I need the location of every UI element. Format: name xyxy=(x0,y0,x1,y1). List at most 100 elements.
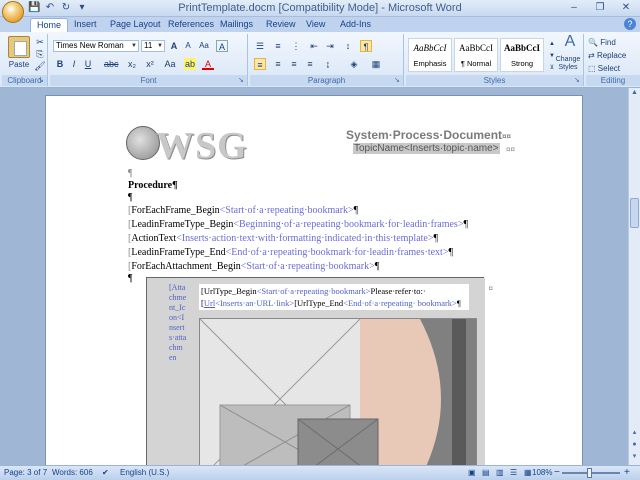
change-case-button[interactable]: Aa xyxy=(164,58,176,70)
scrollbar-thumb[interactable] xyxy=(630,198,639,228)
shrink-font-button[interactable]: A xyxy=(182,40,194,52)
line-spacing-icon[interactable]: ↨ xyxy=(322,58,334,70)
field-line[interactable]: [ForEachAttachment_Begin<Start·of·a·repe… xyxy=(128,261,379,272)
subscript-button[interactable]: x₂ xyxy=(126,58,138,70)
zoom-slider-thumb[interactable] xyxy=(587,468,592,478)
field-tag: ForEachAttachment_Begin xyxy=(131,261,241,272)
full-screen-reading-icon[interactable]: ▤ xyxy=(482,466,490,480)
print-layout-icon[interactable]: ▣ xyxy=(468,466,476,480)
tab-home[interactable]: Home xyxy=(30,18,69,32)
increase-indent-icon[interactable]: ⇥ xyxy=(324,40,336,52)
font-color-button[interactable]: A xyxy=(202,58,214,70)
document-page[interactable]: WSG System·Process·Document¤¤ TopicName<… xyxy=(45,95,583,465)
style-emphasis[interactable]: AaBbCcI Emphasis xyxy=(408,38,452,72)
scroll-up-icon[interactable]: ▲ xyxy=(630,88,639,98)
word-count[interactable]: Words: 606 xyxy=(52,466,93,480)
align-center-icon[interactable]: ≡ xyxy=(272,58,284,70)
tab-page-layout[interactable]: Page Layout xyxy=(104,18,167,32)
next-page-icon[interactable]: ▾ xyxy=(630,452,639,462)
spelling-icon[interactable]: ✔ xyxy=(102,466,109,480)
select-browse-object-icon[interactable]: ● xyxy=(630,440,639,450)
decrease-indent-icon[interactable]: ⇤ xyxy=(308,40,320,52)
zoom-in-button[interactable]: + xyxy=(624,466,630,480)
bullets-icon[interactable]: ☰ xyxy=(254,40,266,52)
ribbon: Paste ✂ ⎘ 🖌 Clipboard ↘ Times New Roman … xyxy=(0,32,640,88)
attachment-frame[interactable]: [Attachment_Ic on<Inserts·attachm en [Ur… xyxy=(146,277,493,465)
styles-scroll-up-icon[interactable]: ▲ xyxy=(546,38,558,50)
tab-view[interactable]: View xyxy=(300,18,331,32)
superscript-button[interactable]: x² xyxy=(144,58,156,70)
outline-icon[interactable]: ☰ xyxy=(510,466,517,480)
strikethrough-button[interactable]: abc xyxy=(104,58,119,70)
paragraph-mark: ¶ xyxy=(448,247,453,258)
zoom-out-button[interactable]: − xyxy=(554,466,560,480)
attachment-image-placeholder[interactable] xyxy=(199,318,477,465)
url-link[interactable]: Url xyxy=(204,298,215,308)
shading-icon[interactable]: ◈ xyxy=(348,58,360,70)
multilevel-list-icon[interactable]: ⋮ xyxy=(290,40,302,52)
grow-font-button[interactable]: A xyxy=(168,40,180,52)
close-button[interactable]: ✕ xyxy=(614,1,638,15)
office-button[interactable] xyxy=(2,1,24,23)
tab-insert[interactable]: Insert xyxy=(68,18,103,32)
style-strong[interactable]: AaBbCcI Strong xyxy=(500,38,544,72)
select-button[interactable]: ⬚ Select xyxy=(588,63,638,75)
tab-add-ins[interactable]: Add-Ins xyxy=(334,18,377,32)
field-line[interactable]: [LeadinFrameType_End<End·of·a·repeating·… xyxy=(128,247,453,258)
paragraph-launcher-icon[interactable]: ↘ xyxy=(394,77,402,85)
paragraph-mark: ¶ xyxy=(433,233,439,244)
font-size-field[interactable]: 11 ▼ xyxy=(141,40,165,52)
empty-paragraph: ¶ xyxy=(128,192,133,203)
replace-button[interactable]: ⇄ Replace xyxy=(588,50,638,62)
borders-icon[interactable]: ▦ xyxy=(370,58,382,70)
web-layout-icon[interactable]: ▥ xyxy=(496,466,504,480)
change-styles-button[interactable]: Change Styles xyxy=(552,56,584,72)
draft-icon[interactable]: ▦ xyxy=(524,466,532,480)
copy-icon[interactable]: ⎘ xyxy=(34,48,46,60)
cut-icon[interactable]: ✂ xyxy=(34,36,46,48)
clipboard-launcher-icon[interactable]: ↘ xyxy=(38,77,46,85)
paste-button[interactable]: Paste xyxy=(5,60,33,69)
highlight-button[interactable]: ab xyxy=(184,58,196,70)
editing-group-label: Editing xyxy=(586,75,640,86)
help-icon[interactable]: ? xyxy=(624,18,636,30)
change-styles-icon[interactable]: A xyxy=(560,34,580,50)
bold-button[interactable]: B xyxy=(54,58,66,70)
font-name-field[interactable]: Times New Roman ▼ xyxy=(53,40,139,52)
minimize-button[interactable]: – xyxy=(562,1,586,15)
tab-references[interactable]: References xyxy=(162,18,220,32)
sort-icon[interactable]: ↕ xyxy=(342,40,354,52)
align-right-icon[interactable]: ≡ xyxy=(288,58,300,70)
paste-icon[interactable] xyxy=(8,36,30,58)
chevron-down-icon[interactable]: ▼ xyxy=(130,41,138,51)
field-line[interactable]: [ForEachFrame_Begin<Start·of·a·repeating… xyxy=(128,205,358,216)
language-indicator[interactable]: English (U.S.) xyxy=(120,466,169,480)
font-launcher-icon[interactable]: ↘ xyxy=(238,77,246,85)
show-formatting-button[interactable]: ¶ xyxy=(360,40,372,52)
align-left-icon[interactable]: ≡ xyxy=(254,58,266,70)
zoom-level[interactable]: 108% xyxy=(532,466,552,480)
chevron-down-icon[interactable]: ▼ xyxy=(156,41,164,51)
font-color-box-button[interactable]: A xyxy=(216,40,228,52)
topic-field[interactable]: TopicName<Inserts·topic·name> xyxy=(353,143,500,154)
find-button[interactable]: 🔍 Find xyxy=(588,37,638,49)
tab-mailings[interactable]: Mailings xyxy=(214,18,259,32)
style-normal[interactable]: AaBbCcI ¶ Normal xyxy=(454,38,498,72)
restore-button[interactable]: ❐ xyxy=(588,1,612,15)
underline-button[interactable]: U xyxy=(82,58,94,70)
tab-review[interactable]: Review xyxy=(260,18,302,32)
empty-paragraph: ¶ xyxy=(128,168,133,179)
styles-launcher-icon[interactable]: ↘ xyxy=(574,77,582,85)
format-painter-icon[interactable]: 🖌 xyxy=(34,60,46,72)
field-tag: LeadinFrameType_Begin xyxy=(131,219,234,230)
placeholder-image-graphic xyxy=(200,319,476,465)
field-line[interactable]: [ActionText<Inserts·action·text·with·for… xyxy=(128,233,438,244)
vertical-scrollbar[interactable]: ▲ ▴ ● ▾ xyxy=(628,88,640,465)
prev-page-icon[interactable]: ▴ xyxy=(630,428,639,438)
numbering-icon[interactable]: ≡ xyxy=(272,40,284,52)
justify-icon[interactable]: ≡ xyxy=(304,58,316,70)
italic-button[interactable]: I xyxy=(68,58,80,70)
page-count[interactable]: Page: 3 of 7 xyxy=(4,466,47,480)
field-line[interactable]: [LeadinFrameType_Begin<Beginning·of·a·re… xyxy=(128,219,468,230)
clear-format-button[interactable]: Aa xyxy=(198,40,210,52)
